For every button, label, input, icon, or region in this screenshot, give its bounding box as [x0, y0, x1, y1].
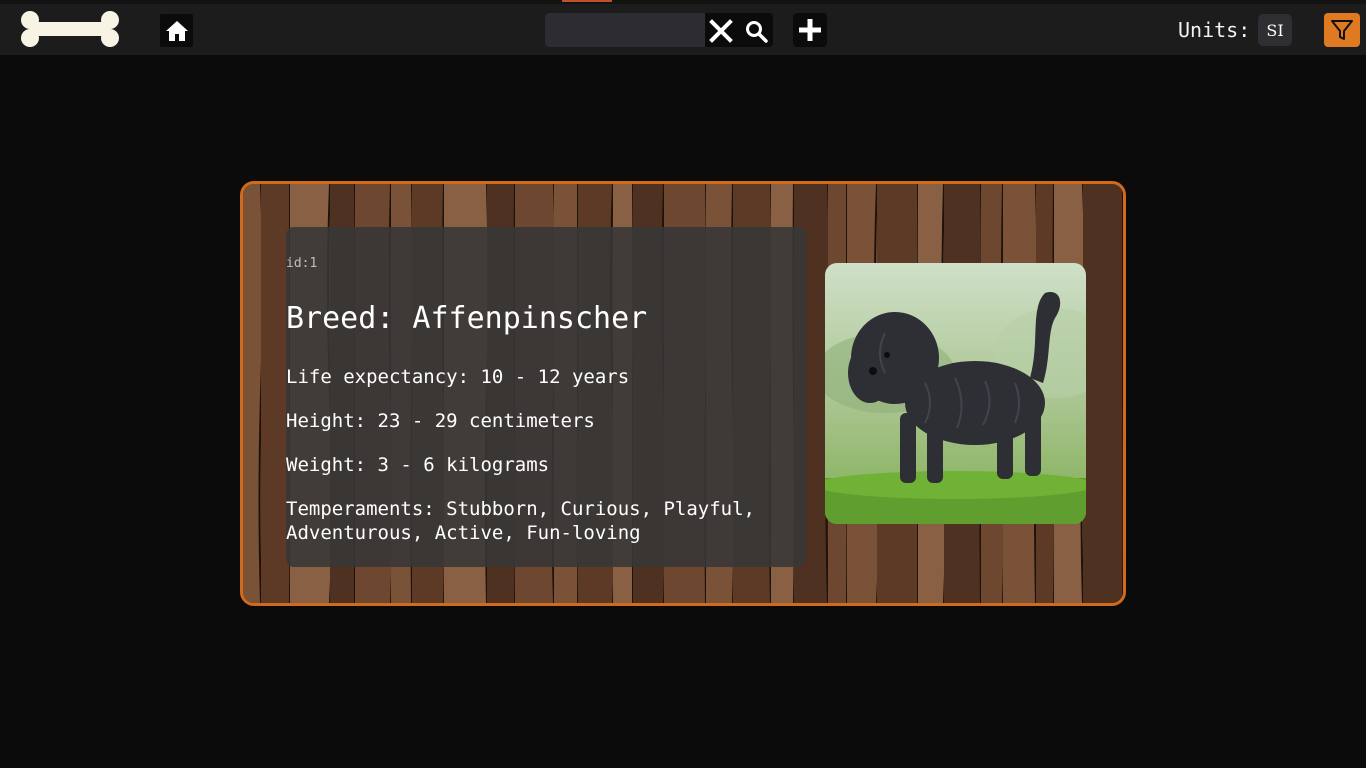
bone-icon: [21, 11, 119, 47]
breed-card[interactable]: id:1 Breed: Affenpinscher Life expectanc…: [240, 181, 1126, 606]
units-label: Units:: [1178, 18, 1251, 42]
units-select[interactable]: SI: [1258, 14, 1292, 46]
bone-logo[interactable]: [18, 11, 122, 47]
search-button[interactable]: [740, 16, 772, 46]
dog-photo: [825, 263, 1086, 524]
search-input[interactable]: [545, 13, 705, 47]
dog-image: [825, 263, 1086, 524]
search-bar: [545, 13, 773, 47]
weight: Weight: 3 - 6 kilograms: [286, 454, 550, 476]
search-icon: [746, 21, 768, 43]
temperaments: Temperaments: Stubborn, Curious, Playful…: [286, 497, 796, 545]
breed-id: id:1: [286, 256, 318, 271]
clear-search-button[interactable]: [706, 16, 736, 46]
life-expectancy: Life expectancy: 10 - 12 years: [286, 366, 630, 388]
add-breed-button[interactable]: [793, 13, 827, 47]
height: Height: 23 - 29 centimeters: [286, 410, 595, 432]
plus-icon: [799, 19, 821, 41]
active-indicator: [562, 0, 612, 2]
breed-name: Breed: Affenpinscher: [286, 301, 648, 336]
filter-icon: [1331, 20, 1353, 40]
home-icon: [165, 20, 188, 41]
temperaments-line-1: Temperaments: Stubborn, Curious, Playful…: [286, 498, 755, 520]
home-button[interactable]: [160, 14, 193, 47]
filter-button[interactable]: [1324, 13, 1360, 47]
close-icon: [709, 19, 733, 43]
temperaments-line-2: Adventurous, Active, Fun-loving: [286, 522, 641, 544]
